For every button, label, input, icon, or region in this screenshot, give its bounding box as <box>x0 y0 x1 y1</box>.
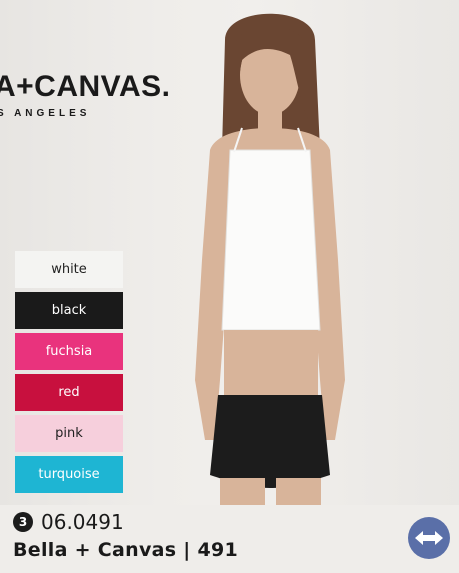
product-card: A+CANVAS. S ANGELES white black fuchsia red… <box>0 0 459 573</box>
article-line: 3 06.0491 <box>13 510 124 534</box>
brand-subline: S ANGELES <box>0 108 91 119</box>
color-swatch-red[interactable]: red <box>15 374 123 411</box>
color-swatch-label: white <box>51 262 87 277</box>
model-figure <box>195 13 345 505</box>
color-swatch-turquoise[interactable]: turquoise <box>15 456 123 493</box>
brand-name: A+CANVAS. <box>0 70 171 103</box>
color-swatch-fuchsia[interactable]: fuchsia <box>15 333 123 370</box>
index-badge: 3 <box>13 512 33 532</box>
color-swatch-label: pink <box>55 426 83 441</box>
article-number: 06.0491 <box>41 510 124 534</box>
color-swatch-white[interactable]: white <box>15 251 123 288</box>
brand-logo: A+CANVAS. S ANGELES <box>0 70 170 119</box>
double-arrow-icon <box>415 531 443 545</box>
color-swatch-label: black <box>51 303 87 318</box>
color-swatch-label: fuchsia <box>45 344 93 359</box>
product-title: Bella + Canvas | 491 <box>13 539 239 561</box>
color-swatch-label: red <box>58 385 80 400</box>
color-swatch-label: turquoise <box>38 467 100 482</box>
stretch-arrows-icon[interactable] <box>408 517 450 559</box>
color-swatch-pink[interactable]: pink <box>15 415 123 452</box>
color-swatch-list: white black fuchsia red pink turquoise <box>15 251 123 497</box>
color-swatch-black[interactable]: black <box>15 292 123 329</box>
